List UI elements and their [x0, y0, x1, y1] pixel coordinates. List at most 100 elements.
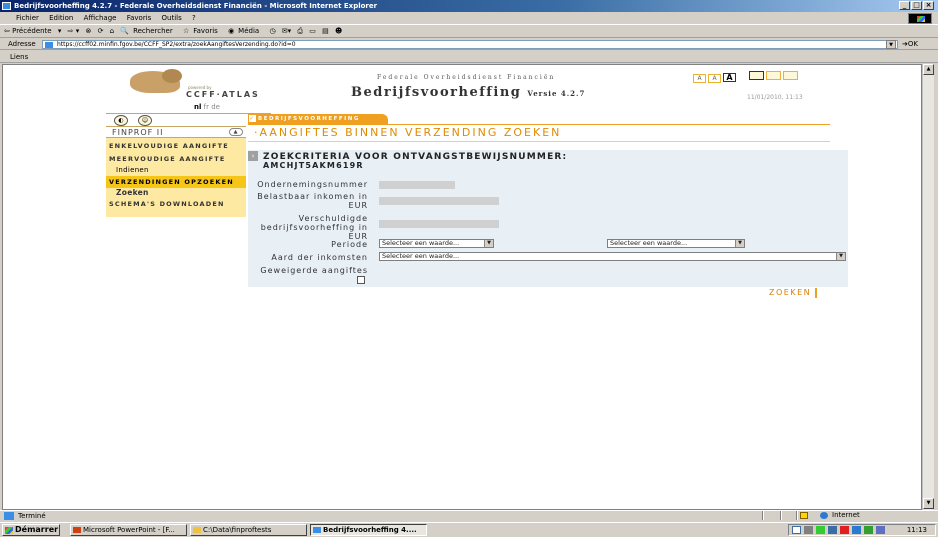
go-label: OK: [907, 40, 918, 48]
scroll-up-icon[interactable]: ▲: [923, 64, 934, 75]
menu-fichier[interactable]: Fichier: [16, 14, 39, 22]
page-done-icon: [4, 512, 14, 520]
geweigerde-aangiftes-checkbox[interactable]: [357, 276, 365, 284]
search-button[interactable]: 🔍 Rechercher: [120, 27, 176, 35]
menu-outils[interactable]: Outils: [162, 14, 182, 22]
links-label[interactable]: Liens: [10, 53, 28, 61]
home-icon[interactable]: ⌂: [110, 27, 114, 35]
help-icon[interactable]: ☺: [138, 115, 152, 126]
sidebar-item-schemas-downloaden[interactable]: SCHEMA'S DOWNLOADEN: [106, 198, 246, 210]
go-button[interactable]: ➔OK: [902, 39, 918, 49]
tray-update-icon[interactable]: [864, 526, 873, 534]
periode-from-select[interactable]: Selecteer een waarde... ▼: [379, 239, 494, 248]
tray-messenger-icon[interactable]: [852, 526, 861, 534]
verschuldigde-bv-input[interactable]: [379, 220, 499, 228]
task-powerpoint[interactable]: Microsoft PowerPoint - [F...: [70, 524, 187, 536]
back-button[interactable]: ⇦ Précédente: [4, 27, 52, 35]
history-icon[interactable]: ◷: [269, 27, 275, 35]
page-title: ·AANGIFTES BINNEN VERZENDING ZOEKEN: [248, 125, 830, 142]
print-icon[interactable]: ⎙: [297, 27, 303, 35]
task-powerpoint-label: Microsoft PowerPoint - [F...: [83, 526, 175, 534]
task-folder[interactable]: C:\Data\finproftests: [190, 524, 307, 536]
menu-help[interactable]: ?: [192, 14, 196, 22]
edit-icon[interactable]: ▭: [309, 27, 316, 35]
lang-fr[interactable]: fr: [204, 103, 209, 111]
page-viewport: powered by CCFF·ATLAS Federale Overheids…: [2, 64, 922, 510]
aard-inkomsten-select[interactable]: Selecteer een waarde... ▼: [379, 252, 846, 261]
refresh-icon[interactable]: ⟳: [98, 27, 104, 35]
vertical-scrollbar[interactable]: ▲ ▼: [922, 64, 934, 510]
lang-nl[interactable]: nl: [194, 103, 201, 111]
start-button[interactable]: Démarrer: [2, 524, 60, 536]
layout-button-2[interactable]: [766, 71, 782, 80]
aard-inkomsten-value: Selecteer een waarde...: [382, 252, 460, 260]
label-belastbaar-1: Belastbaar inkomen in: [257, 192, 368, 201]
chevron-down-icon: ▼: [484, 240, 493, 247]
periode-from-value: Selecteer een waarde...: [382, 239, 460, 247]
address-url: https://ccff02.minfin.fgov.be/CCFF_SP2/e…: [57, 41, 296, 48]
layout-button-1[interactable]: [749, 71, 765, 80]
font-large-button[interactable]: A: [723, 73, 736, 82]
favorites-button[interactable]: ☆ Favoris: [183, 27, 222, 35]
messenger-icon[interactable]: ☻: [335, 27, 342, 35]
layout-button-3[interactable]: [783, 71, 799, 80]
status-divider: [762, 511, 764, 520]
mail-icon[interactable]: ✉▾: [282, 27, 291, 35]
font-medium-button[interactable]: A: [708, 74, 721, 83]
sidebar-icon-row: ◐ ☺: [106, 114, 246, 126]
collapse-icon[interactable]: ▲: [229, 128, 243, 136]
belastbaar-inkomen-input[interactable]: [379, 197, 499, 205]
menu-edition[interactable]: Edition: [49, 14, 73, 22]
task-ie[interactable]: Bedrijfsvoorheffing 4....: [310, 524, 427, 536]
system-tray: 11:13: [788, 524, 936, 536]
maximize-button[interactable]: □: [911, 1, 922, 10]
check-icon: ✓: [249, 115, 256, 122]
tray-network-icon[interactable]: [816, 526, 825, 534]
menu-favoris[interactable]: Favoris: [127, 14, 152, 22]
collapse-arrow-icon[interactable]: ›: [248, 151, 258, 161]
media-icon: ◉: [228, 27, 235, 35]
lang-de[interactable]: de: [211, 103, 220, 111]
menu-affichage[interactable]: Affichage: [84, 14, 117, 22]
back-dropdown-icon[interactable]: ▾: [58, 27, 62, 35]
windows-logo-icon: [908, 13, 932, 24]
label-geweigerde-aangiftes: Geweigerde aangiftes: [260, 266, 368, 275]
window-title: Bedrijfsvoorheffing 4.2.7 - Federale Ove…: [14, 2, 378, 10]
media-button[interactable]: ◉ Média: [228, 27, 263, 35]
close-button[interactable]: ×: [923, 1, 934, 10]
tray-misc-icon[interactable]: [876, 526, 885, 534]
label-verschuldigde-1: Verschuldigde: [298, 214, 368, 223]
favorites-icon: ☆: [182, 27, 190, 35]
address-dropdown-icon[interactable]: ▼: [886, 40, 896, 49]
font-small-button[interactable]: A: [693, 74, 706, 83]
tray-antivirus-icon[interactable]: [840, 526, 849, 534]
minimize-button[interactable]: _: [899, 1, 910, 10]
stop-icon[interactable]: ⊗: [85, 27, 91, 35]
tab-bedrijfsvoorheffing[interactable]: ✓ BEDRIJFSVOORHEFFING: [248, 114, 388, 124]
links-bar: Liens: [0, 51, 938, 63]
discuss-icon[interactable]: ▤: [322, 27, 329, 35]
label-belastbaar-2: EUR: [348, 201, 368, 210]
info-icon[interactable]: ◐: [114, 115, 128, 126]
zoeken-button[interactable]: ZOEKEN: [769, 288, 818, 298]
sidebar-item-enkelvoudige-aangifte[interactable]: ENKELVOUDIGE AANGIFTE: [106, 140, 246, 152]
periode-to-select[interactable]: Selecteer een waarde... ▼: [607, 239, 745, 248]
clock: 11:13: [906, 526, 927, 534]
tray-app-icon[interactable]: [828, 526, 837, 534]
forward-button[interactable]: ⇨ ▾: [68, 27, 80, 35]
ie-icon: [313, 527, 321, 533]
lock-icon: [800, 512, 808, 519]
address-input[interactable]: https://ccff02.minfin.fgov.be/CCFF_SP2/e…: [42, 40, 898, 49]
sidebar-item-indienen[interactable]: Indienen: [106, 164, 246, 176]
ondernemingsnummer-input[interactable]: [379, 181, 455, 189]
app-title-text: Bedrijfsvoorheffing: [351, 85, 522, 100]
tray-volume-icon[interactable]: [804, 526, 813, 534]
tray-ime-icon[interactable]: [792, 526, 801, 534]
browser-toolbar: ⇦ Précédente ▾ ⇨ ▾ ⊗ ⟳ ⌂ 🔍 Rechercher ☆ Fa…: [0, 25, 938, 38]
session-datetime: 11/01/2010, 11:13: [747, 94, 803, 101]
app-title: Bedrijfsvoorheffing Versie 4.2.7: [351, 85, 585, 100]
profile-header: FINPROF II ▲: [106, 126, 246, 138]
scroll-down-icon[interactable]: ▼: [923, 498, 934, 509]
profile-name: FINPROF II: [112, 128, 164, 137]
search-icon: 🔍: [120, 27, 130, 35]
